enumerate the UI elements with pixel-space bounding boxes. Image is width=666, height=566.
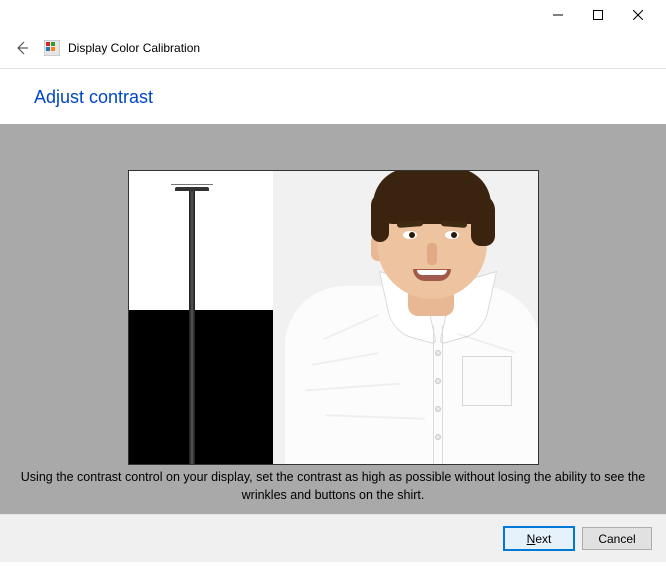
button-bar: Next Cancel bbox=[0, 514, 666, 562]
page-heading: Adjust contrast bbox=[0, 69, 666, 124]
maximize-button[interactable] bbox=[578, 1, 618, 29]
header: Display Color Calibration bbox=[0, 30, 666, 69]
cancel-button[interactable]: Cancel bbox=[582, 527, 652, 550]
content-area: Using the contrast control on your displ… bbox=[0, 124, 666, 514]
title-bar bbox=[0, 0, 666, 30]
instruction-text: Using the contrast control on your displ… bbox=[0, 468, 666, 504]
app-icon bbox=[44, 40, 60, 56]
next-button[interactable]: Next bbox=[504, 527, 574, 550]
close-button[interactable] bbox=[618, 1, 658, 29]
back-button[interactable] bbox=[10, 36, 34, 60]
window-title: Display Color Calibration bbox=[68, 41, 200, 55]
minimize-button[interactable] bbox=[538, 1, 578, 29]
contrast-sample-image bbox=[128, 170, 539, 465]
